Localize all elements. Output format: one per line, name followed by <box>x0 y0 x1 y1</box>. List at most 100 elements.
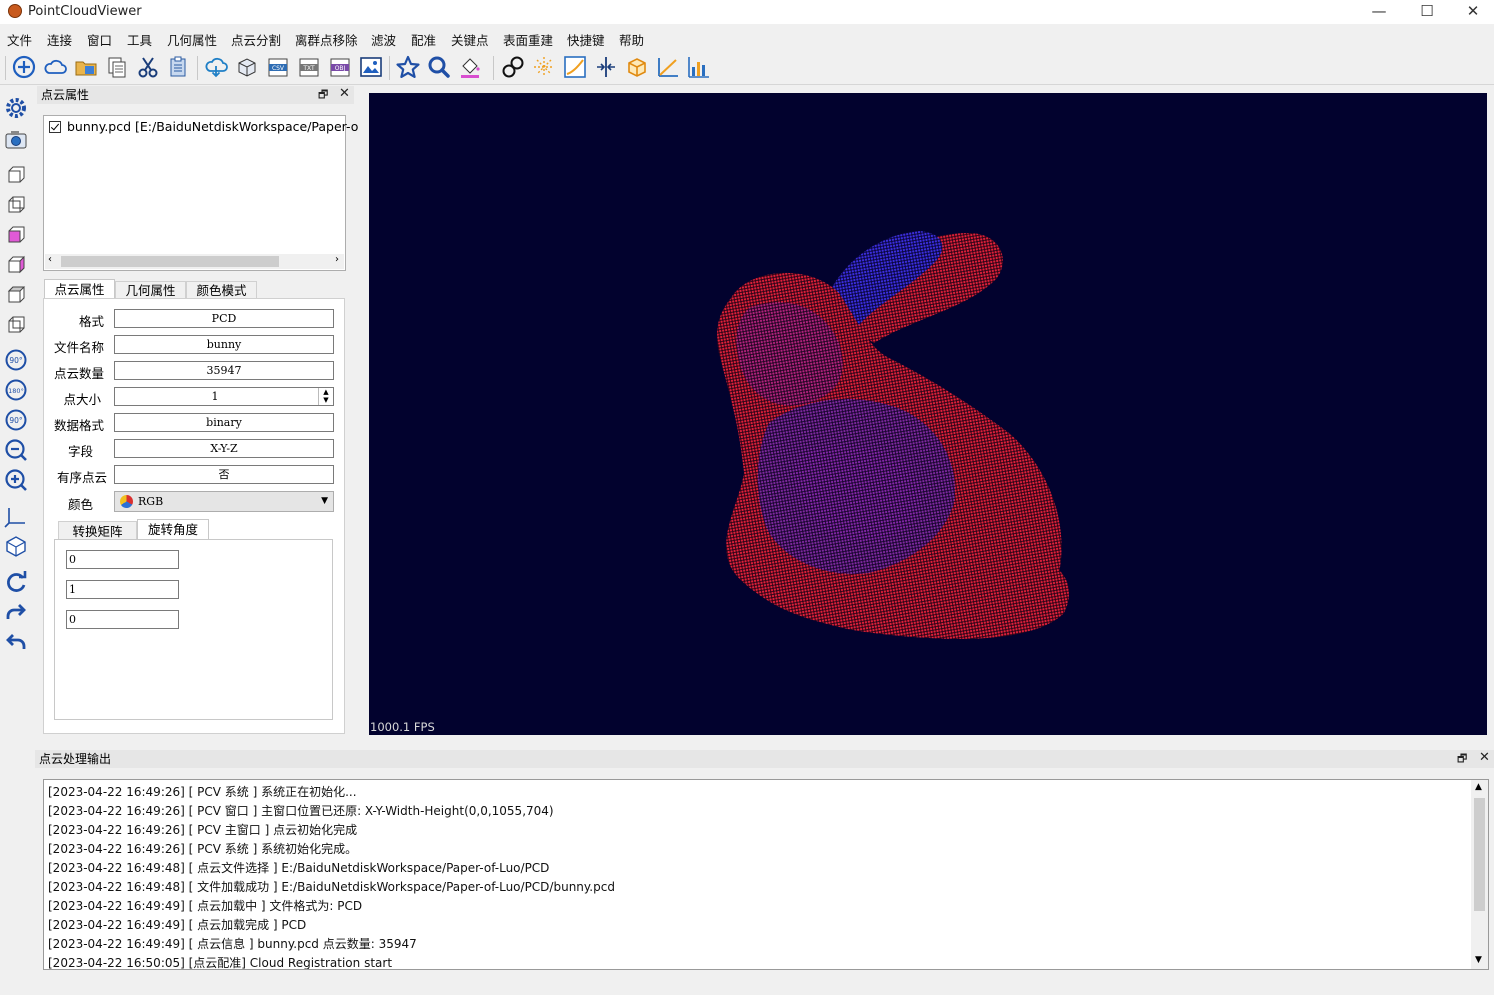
rotate-90-icon[interactable]: 90° <box>3 347 29 373</box>
spin-arrows-icon[interactable]: ▲ ▼ <box>318 388 333 405</box>
color-select[interactable]: RGB ▼ <box>114 491 334 512</box>
prop-label-data-format: 数据格式 <box>53 418 104 433</box>
scrollbar-thumb[interactable] <box>1474 798 1485 911</box>
cube-icon[interactable] <box>624 54 650 80</box>
iso-view-icon[interactable] <box>3 533 29 559</box>
tab-rotation-angle[interactable]: 旋转角度 <box>137 519 209 539</box>
add-icon[interactable] <box>11 54 37 80</box>
menu-outlier[interactable]: 离群点移除 <box>295 30 358 49</box>
rotation-y-input[interactable]: 1 <box>66 580 179 599</box>
zoom-in-icon[interactable] <box>3 467 29 493</box>
point-size-value: 1 <box>211 390 219 403</box>
prop-filename-field[interactable]: bunny <box>114 335 334 354</box>
point-size-spinbox[interactable]: 1 ▲ ▼ <box>114 387 334 406</box>
menu-surface[interactable]: 表面重建 <box>503 30 553 49</box>
prop-format-field[interactable]: PCD <box>114 309 334 328</box>
box-3d-icon[interactable] <box>234 54 260 80</box>
tab-cloud-props[interactable]: 点云属性 <box>44 279 115 298</box>
view-top-icon[interactable] <box>3 281 29 307</box>
scroll-down-icon[interactable]: ▼ <box>1475 955 1482 965</box>
output-dock-float-button[interactable]: 🗗 <box>1457 750 1467 769</box>
maximize-button[interactable]: ☐ <box>1404 0 1450 24</box>
file-checkbox[interactable] <box>49 121 61 133</box>
search-icon[interactable] <box>426 54 452 80</box>
pointcloud-viewer[interactable]: 1000.1 FPS <box>369 93 1487 735</box>
toolbar-separator <box>197 56 198 80</box>
axis-icon[interactable] <box>655 54 681 80</box>
output-log[interactable]: [2023-04-22 16:49:26] [ PCV 系统 ] 系统正在初始化… <box>43 779 1489 970</box>
split-icon[interactable] <box>593 54 619 80</box>
list-item[interactable]: bunny.pcd [E:/BaiduNetdiskWorkspace/Pape… <box>44 116 358 136</box>
tab-transform-matrix[interactable]: 转换矩阵 <box>58 521 137 539</box>
prop-fields-field[interactable]: X-Y-Z <box>114 439 334 458</box>
settings-icon[interactable] <box>3 95 29 121</box>
open-folder-icon[interactable] <box>73 54 99 80</box>
menu-registration[interactable]: 配准 <box>411 30 436 49</box>
menu-segmentation[interactable]: 点云分割 <box>231 30 281 49</box>
output-dock-header: 点云处理输出 🗗 ✕ <box>35 750 1494 768</box>
rotate-minus-90-icon[interactable]: 90° <box>3 407 29 433</box>
vertical-scrollbar[interactable]: ▲ ▼ <box>1471 780 1488 969</box>
view-toolbar: 90° 180° 90° <box>0 85 32 755</box>
output-dock-close-button[interactable]: ✕ <box>1479 750 1490 765</box>
prop-label-ordered: 有序点云 <box>56 470 107 485</box>
prop-ordered-field[interactable]: 否 <box>114 465 334 484</box>
copy-doc-icon[interactable] <box>104 54 130 80</box>
svg-text:TXT: TXT <box>302 65 315 72</box>
bar-chart-icon[interactable] <box>686 54 712 80</box>
color-palette-icon <box>120 495 133 508</box>
menu-help[interactable]: 帮助 <box>619 30 644 49</box>
prop-count-field[interactable]: 35947 <box>114 361 334 380</box>
horizontal-scrollbar[interactable]: ‹ › <box>45 254 344 269</box>
close-button[interactable]: ✕ <box>1450 0 1494 24</box>
cloud-icon[interactable] <box>42 54 68 80</box>
log-line: [2023-04-22 16:49:48] [ 点云文件选择 ] E:/Baid… <box>48 861 550 875</box>
scroll-up-icon[interactable]: ▲ <box>1475 782 1482 792</box>
menu-file[interactable]: 文件 <box>7 30 32 49</box>
star-icon[interactable] <box>395 54 421 80</box>
image-icon[interactable] <box>358 54 384 80</box>
cloud-download-icon[interactable] <box>203 54 229 80</box>
menu-filter[interactable]: 滤波 <box>371 30 396 49</box>
window-title: PointCloudViewer <box>28 4 142 19</box>
view-left-icon[interactable] <box>3 221 29 247</box>
cloud-file-list: bunny.pcd [E:/BaiduNetdiskWorkspace/Pape… <box>43 115 358 271</box>
csv-icon[interactable]: CSV <box>265 54 291 80</box>
cut-icon[interactable] <box>135 54 161 80</box>
sparkle-icon[interactable] <box>531 54 557 80</box>
scroll-right-icon[interactable]: › <box>335 254 339 265</box>
tab-color-mode[interactable]: 颜色模式 <box>186 281 257 298</box>
prop-data-format-field[interactable]: binary <box>114 413 334 432</box>
view-right-icon[interactable] <box>3 251 29 277</box>
paste-icon[interactable] <box>166 54 192 80</box>
menu-tools[interactable]: 工具 <box>127 30 152 49</box>
props-dock-float-button[interactable]: 🗗 <box>318 86 328 105</box>
scrollbar-thumb[interactable] <box>61 256 279 267</box>
minimize-button[interactable]: — <box>1356 0 1402 24</box>
menu-window[interactable]: 窗口 <box>87 30 112 49</box>
view-bottom-icon[interactable] <box>3 311 29 337</box>
paint-bucket-icon[interactable] <box>457 54 483 80</box>
scroll-left-icon[interactable]: ‹ <box>48 254 52 265</box>
menu-keypoints[interactable]: 关键点 <box>451 30 489 49</box>
view-back-icon[interactable] <box>3 191 29 217</box>
refresh-icon[interactable] <box>3 569 29 595</box>
rotate-180-icon[interactable]: 180° <box>3 377 29 403</box>
link-icon[interactable] <box>500 54 526 80</box>
tab-geometry[interactable]: 几何属性 <box>115 281 186 298</box>
props-dock-close-button[interactable]: ✕ <box>339 86 350 101</box>
undo-icon[interactable] <box>3 629 29 655</box>
rotate-180-label: 180° <box>8 387 24 395</box>
obj-icon[interactable]: OBJ <box>327 54 353 80</box>
menu-bar: 文件 连接 窗口 工具 几何属性 点云分割 离群点移除 滤波 配准 关键点 表面… <box>0 28 1494 48</box>
rotation-x-input[interactable]: 0 <box>66 550 179 569</box>
menu-connect[interactable]: 连接 <box>47 30 72 49</box>
menu-geometry[interactable]: 几何属性 <box>167 30 217 49</box>
curve-icon[interactable] <box>562 54 588 80</box>
txt-icon[interactable]: TXT <box>296 54 322 80</box>
view-front-icon[interactable] <box>3 161 29 187</box>
rotation-z-input[interactable]: 0 <box>66 610 179 629</box>
menu-shortcuts[interactable]: 快捷键 <box>567 30 605 49</box>
camera-icon[interactable] <box>3 126 29 152</box>
redo-icon[interactable] <box>3 599 29 625</box>
